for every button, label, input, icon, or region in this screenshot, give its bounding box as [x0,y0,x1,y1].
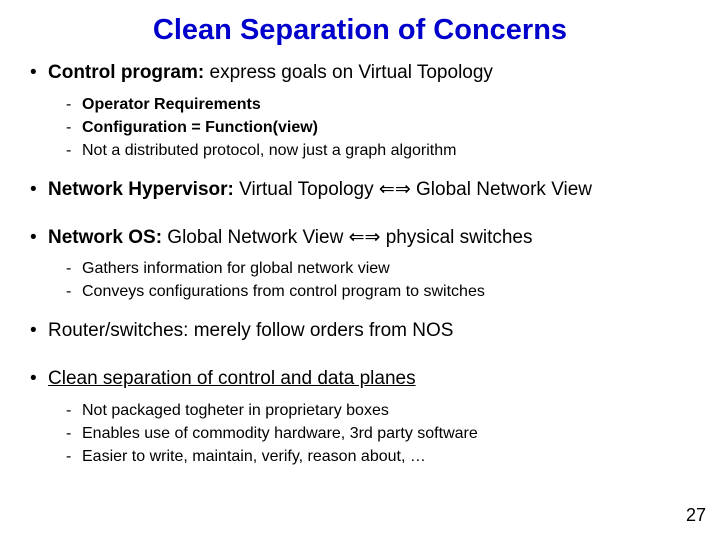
bullet-dash: - [66,141,82,161]
sub-bullet-text: Configuration = Function(view) [82,118,690,138]
bullet-clean-separation: • Clean separation of control and data p… [30,367,690,391]
bullet-dash: - [66,401,82,421]
bullet-dash: - [66,447,82,467]
sub-bullet: - Easier to write, maintain, verify, rea… [66,447,690,467]
sub-bullet-text: Conveys configurations from control prog… [82,282,690,302]
bullet-dot: • [30,319,48,343]
bullet-text: Clean separation of control and data pla… [48,367,690,391]
bullet-dot: • [30,367,48,391]
bullet-router-switches: • Router/switches: merely follow orders … [30,319,690,343]
sub-bullet-text: Enables use of commodity hardware, 3rd p… [82,424,690,444]
bullet-dash: - [66,95,82,115]
sub-bullet: - Gathers information for global network… [66,259,690,279]
bullet-dash: - [66,424,82,444]
sub-bullet: - Not packaged togheter in proprietary b… [66,401,690,421]
sub-bullet-text: Easier to write, maintain, verify, reaso… [82,447,690,467]
bullet-text: Network Hypervisor: Virtual Topology ⇐⇒ … [48,178,690,202]
page-number: 27 [686,505,706,526]
sub-bullet: - Conveys configurations from control pr… [66,282,690,302]
bullet-dash: - [66,259,82,279]
sub-bullet: - Not a distributed protocol, now just a… [66,141,690,161]
sub-bullet-text: Not packaged togheter in proprietary box… [82,401,690,421]
sub-bullet-text: Gathers information for global network v… [82,259,690,279]
sub-bullet: - Operator Requirements [66,95,690,115]
sub-bullet-text: Not a distributed protocol, now just a g… [82,141,690,161]
bullet-dot: • [30,61,48,85]
sub-bullet-text: Operator Requirements [82,95,690,115]
bullet-dash: - [66,118,82,138]
bullet-text: Control program: express goals on Virtua… [48,61,690,85]
bullet-network-os: • Network OS: Global Network View ⇐⇒ phy… [30,226,690,250]
bullet-dash: - [66,282,82,302]
slide-title: Clean Separation of Concerns [30,14,690,47]
bullet-text: Router/switches: merely follow orders fr… [48,319,690,343]
bullet-dot: • [30,178,48,202]
bullet-control-program: • Control program: express goals on Virt… [30,61,690,85]
sub-bullet: - Configuration = Function(view) [66,118,690,138]
bullet-text: Network OS: Global Network View ⇐⇒ physi… [48,226,690,250]
sub-bullet: - Enables use of commodity hardware, 3rd… [66,424,690,444]
bullet-dot: • [30,226,48,250]
bullet-network-hypervisor: • Network Hypervisor: Virtual Topology ⇐… [30,178,690,202]
